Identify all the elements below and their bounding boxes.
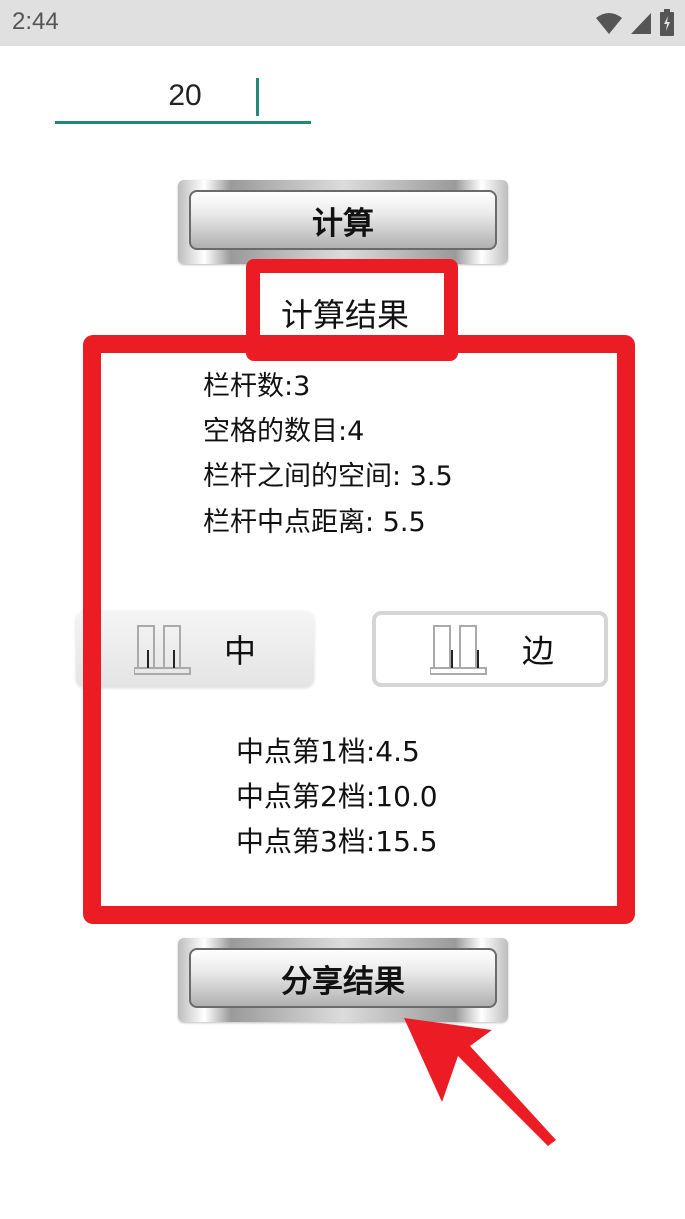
text-cursor xyxy=(256,78,259,116)
input-underline xyxy=(55,121,311,124)
battery-icon xyxy=(660,9,674,36)
wifi-icon xyxy=(596,13,622,34)
highlight-box-results xyxy=(83,335,635,924)
status-icons xyxy=(595,9,675,37)
signal-icon xyxy=(631,13,651,34)
share-results-button[interactable]: 分享结果 xyxy=(178,938,508,1022)
number-input-wrap xyxy=(55,70,315,124)
status-bar: 2:44 xyxy=(0,0,685,46)
calculate-button[interactable]: 计算 xyxy=(178,180,508,264)
number-input[interactable] xyxy=(55,70,315,122)
status-time: 2:44 xyxy=(12,8,59,35)
annotation-arrow-icon xyxy=(404,1018,556,1146)
share-button-label: 分享结果 xyxy=(189,948,497,1008)
calculate-button-label: 计算 xyxy=(189,190,497,250)
